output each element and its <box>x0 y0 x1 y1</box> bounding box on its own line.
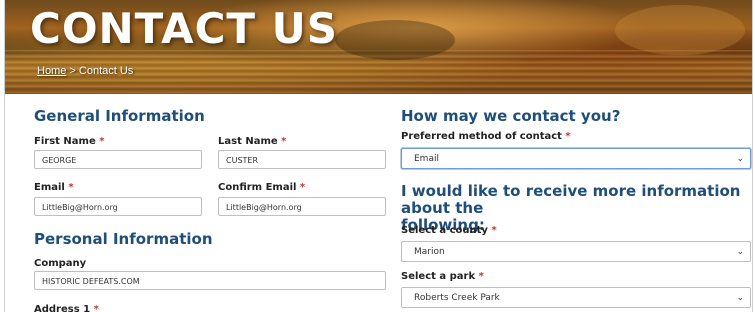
preferred-method-value: Email <box>414 154 439 164</box>
park-select[interactable]: Roberts Creek Park ⌄ <box>401 287 751 308</box>
breadcrumb-current: Contact Us <box>78 65 134 77</box>
address-1-label: Address 1 * <box>34 304 99 312</box>
hero-banner: CONTACT US Home > Contact Us <box>5 0 752 94</box>
general-info-heading: General Information <box>34 107 205 125</box>
hero-foliage-image <box>615 5 745 55</box>
county-value: Marion <box>414 247 445 257</box>
more-info-heading-line-1: I would like to receive more information… <box>401 182 741 217</box>
chevron-down-icon: ⌄ <box>736 293 744 303</box>
park-label: Select a park * <box>401 271 484 282</box>
county-label: Select a county * <box>401 225 497 236</box>
breadcrumb-home-link[interactable]: Home <box>37 65 66 77</box>
company-field[interactable]: HISTORIC DEFEATS.COM <box>34 271 386 290</box>
first-name-label: First Name * <box>34 136 105 147</box>
contact-page: CONTACT US Home > Contact Us General Inf… <box>4 0 753 312</box>
breadcrumb: Home > Contact Us <box>37 65 133 77</box>
hero-tree-image <box>335 20 455 60</box>
preferred-method-label: Preferred method of contact * <box>401 131 571 142</box>
page-title: CONTACT US <box>30 4 339 53</box>
last-name-field[interactable]: CUSTER <box>218 150 386 169</box>
email-field[interactable]: LittleBig@Horn.org <box>34 197 202 216</box>
last-name-label: Last Name * <box>218 136 287 147</box>
chevron-down-icon: ⌄ <box>736 154 744 164</box>
contact-method-heading: How may we contact you? <box>401 107 621 125</box>
personal-info-heading: Personal Information <box>34 230 213 248</box>
county-select[interactable]: Marion ⌄ <box>401 241 751 262</box>
breadcrumb-separator: > <box>66 65 79 77</box>
confirm-email-field[interactable]: LittleBig@Horn.org <box>218 197 386 216</box>
chevron-down-icon: ⌄ <box>736 247 744 257</box>
preferred-method-select[interactable]: Email ⌄ <box>401 148 751 169</box>
confirm-email-label: Confirm Email * <box>218 182 306 193</box>
email-label: Email * <box>34 182 74 193</box>
park-value: Roberts Creek Park <box>414 293 500 303</box>
first-name-field[interactable]: GEORGE <box>34 150 202 169</box>
company-label: Company <box>34 258 87 269</box>
